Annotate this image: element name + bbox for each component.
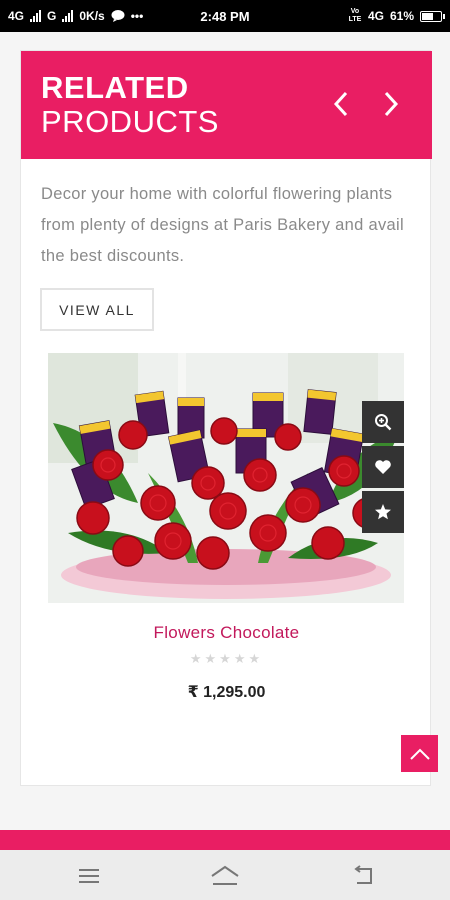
related-products-card: RELATED PRODUCTS Decor your home with co…: [20, 50, 432, 786]
home-button[interactable]: [210, 863, 240, 889]
title-light: PRODUCTS: [41, 104, 219, 139]
signal-icon: [30, 10, 42, 22]
network-type-3: 4G: [367, 9, 384, 23]
chevron-left-icon: [333, 91, 348, 117]
scroll-to-top-button[interactable]: [401, 735, 438, 772]
footer-band: [0, 830, 450, 850]
more-notifications-icon: •••: [130, 9, 144, 23]
network-speed: 0K/s: [79, 9, 105, 23]
star-icon: [375, 504, 391, 520]
battery-icon: [420, 10, 445, 22]
view-all-button[interactable]: VIEW ALL: [40, 288, 154, 331]
wishlist-button[interactable]: [362, 446, 404, 488]
zoom-icon: [375, 414, 392, 431]
heart-icon: [375, 460, 391, 474]
menu-button[interactable]: [74, 863, 104, 889]
product-image[interactable]: [48, 353, 404, 603]
next-button[interactable]: [376, 87, 406, 121]
status-left: 4G G 0K/s •••: [8, 9, 143, 23]
status-right: Vo LTE 4G 61%: [348, 8, 445, 24]
title-bold: RELATED: [41, 70, 189, 105]
home-icon: [211, 865, 239, 885]
message-icon: [111, 10, 125, 22]
section-description: Decor your home with colorful flowering …: [41, 185, 404, 265]
signal-icon-2: [62, 10, 74, 22]
back-icon: [354, 865, 372, 884]
product-price: ₹ 1,295.00: [187, 684, 266, 701]
menu-icon: [79, 869, 99, 883]
status-bar: 4G G 0K/s ••• 2:48 PM Vo LTE 4G 61%: [0, 0, 450, 32]
network-type-1: 4G: [8, 9, 25, 23]
network-type-2: G: [47, 9, 57, 23]
android-nav-bar: [0, 850, 450, 900]
compare-button[interactable]: [362, 491, 404, 533]
quick-view-button[interactable]: [362, 401, 404, 443]
back-button[interactable]: [348, 863, 378, 889]
product-rating: ★★★★★: [189, 651, 264, 666]
volte-label: Vo LTE: [348, 8, 362, 23]
battery-percent: 61%: [389, 9, 414, 23]
product-name[interactable]: Flowers Chocolate: [21, 623, 432, 643]
chevron-up-icon: [409, 748, 430, 760]
related-header: RELATED PRODUCTS: [21, 51, 432, 159]
prev-button[interactable]: [326, 87, 356, 121]
chevron-right-icon: [384, 91, 399, 117]
section-title: RELATED PRODUCTS: [41, 71, 219, 139]
product-actions: [362, 401, 404, 536]
clock: 2:48 PM: [200, 8, 250, 24]
